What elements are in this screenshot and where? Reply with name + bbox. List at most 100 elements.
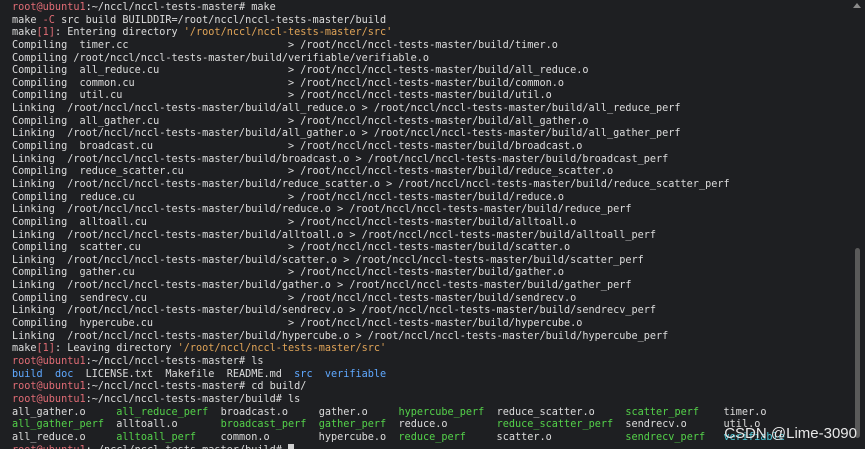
terminal-line: Linking /root/nccl/nccl-tests-master/bui… — [12, 230, 850, 243]
terminal-text-segment: reduce_perf — [398, 431, 466, 443]
terminal-text-segment: Linking /root/nccl/nccl-tests-master/bui… — [12, 153, 669, 165]
terminal-line: Linking /root/nccl/nccl-tests-master/bui… — [12, 280, 850, 293]
terminal-text-segment: Compiling alltoall.cu > /root/nccl/nccl-… — [12, 216, 577, 228]
terminal-text-segment: broadcast.o gather.o — [208, 406, 399, 418]
terminal-line: Linking /root/nccl/nccl-tests-master/bui… — [12, 305, 850, 318]
terminal-text-segment: build — [12, 368, 43, 380]
terminal-line: Compiling scatter.cu > /root/nccl/nccl-t… — [12, 242, 850, 255]
terminal-text-segment: Compiling util.cu > /root/nccl/nccl-test… — [12, 90, 552, 102]
terminal-line: make[1]: Leaving directory '/root/nccl/n… — [12, 343, 850, 356]
terminal-line: Compiling reduce_scatter.cu > /root/nccl… — [12, 166, 850, 179]
terminal-cursor — [288, 444, 295, 449]
terminal-text-segment: Compiling scatter.cu > /root/nccl/nccl-t… — [12, 242, 571, 254]
terminal-text-segment: all_gather_perf — [12, 419, 105, 431]
terminal-text-segment: Linking /root/nccl/nccl-tests-master/bui… — [12, 204, 632, 216]
terminal-text-segment: Linking /root/nccl/nccl-tests-master/bui… — [12, 305, 657, 317]
terminal-line: all_gather.o all_reduce_perf broadcast.o… — [12, 407, 850, 420]
terminal-text-segment: : Leaving directory — [54, 343, 178, 355]
terminal-line: Compiling util.cu > /root/nccl/nccl-test… — [12, 90, 850, 103]
terminal-line: Linking /root/nccl/nccl-tests-master/bui… — [12, 128, 850, 141]
terminal-line: Compiling alltoall.cu > /root/nccl/nccl-… — [12, 217, 850, 230]
terminal-text-segment: all_gather.o — [12, 406, 117, 418]
terminal-line: Linking /root/nccl/nccl-tests-master/bui… — [12, 179, 850, 192]
terminal-text-segment: root@ubuntu1 — [12, 445, 86, 449]
terminal-text-segment: Linking /root/nccl/nccl-tests-master/bui… — [12, 103, 681, 115]
terminal-text-segment: :~/nccl/nccl-tests-master# make — [85, 2, 276, 13]
terminal-line: Compiling timer.cc > /root/nccl/nccl-tes… — [12, 40, 850, 53]
terminal-line: root@ubuntu1:~/nccl/nccl-tests-master# l… — [12, 356, 850, 369]
csdn-watermark: CSDN @Lime-3090 — [724, 425, 857, 442]
terminal-text-segment: root@ubuntu1 — [12, 393, 86, 405]
terminal-text-segment: Linking /root/nccl/nccl-tests-master/bui… — [12, 330, 669, 342]
terminal-text-segment: root@ubuntu1 — [12, 355, 86, 367]
terminal-text-segment: verifiable — [324, 368, 387, 380]
terminal-text-segment: alltoall_perf — [116, 431, 197, 443]
terminal-line: root@ubuntu1:~/nccl/nccl-tests-master# m… — [12, 2, 850, 15]
terminal-line: Linking /root/nccl/nccl-tests-master/bui… — [12, 103, 850, 116]
terminal-text-segment: :~/nccl/nccl-tests-master# cd build/ — [85, 381, 307, 393]
terminal-line: build doc LICENSE.txt Makefile README.md… — [12, 369, 850, 382]
terminal-line: Compiling broadcast.cu > /root/nccl/nccl… — [12, 141, 850, 154]
scrollbar-thumb[interactable] — [855, 248, 860, 438]
terminal-text-segment: make — [12, 343, 37, 355]
terminal-line: Compiling all_gather.cu > /root/nccl/ncc… — [12, 116, 850, 129]
terminal-text-segment: -C — [42, 14, 55, 26]
terminal-text-segment: root@ubuntu1 — [12, 2, 86, 13]
terminal-text-segment: '/root/nccl/nccl-tests-master/src' — [183, 27, 393, 39]
terminal-text-segment: Linking /root/nccl/nccl-tests-master/bui… — [12, 178, 730, 190]
terminal-text-segment: alltoall.o — [104, 419, 221, 431]
terminal-text-segment: Compiling all_gather.cu > /root/nccl/ncc… — [12, 115, 589, 127]
terminal-text-segment: Compiling common.cu > /root/nccl/nccl-te… — [12, 77, 565, 89]
terminal-text-segment: Compiling all_reduce.cu > /root/nccl/ncc… — [12, 65, 589, 77]
vertical-scrollbar[interactable] — [850, 0, 865, 449]
terminal-text-segment: Linking /root/nccl/nccl-tests-master/bui… — [12, 254, 644, 266]
terminal-text-segment: Compiling broadcast.cu > /root/nccl/nccl… — [12, 141, 583, 153]
terminal-line: root@ubuntu1:~/nccl/nccl-tests-master/bu… — [12, 394, 850, 407]
terminal-line: Compiling hypercube.cu > /root/nccl/nccl… — [12, 318, 850, 331]
terminal-text-segment: Compiling reduce.cu > /root/nccl/nccl-te… — [12, 191, 565, 203]
terminal-line: root@ubuntu1:~/nccl/nccl-tests-master# c… — [12, 381, 850, 394]
terminal-text-segment: timer.o — [699, 406, 767, 418]
terminal-text-segment: make — [12, 14, 43, 26]
terminal-text-segment: common.o hypercube.o — [196, 431, 399, 443]
terminal-line: make -C src build BUILDDIR=/root/nccl/nc… — [12, 15, 850, 28]
terminal-text-segment: Compiling /root/nccl/nccl-tests-master/b… — [12, 52, 430, 64]
terminal-text-segment: scatter_perf — [625, 406, 699, 418]
terminal-text-segment: reduce.o — [386, 419, 497, 431]
terminal-line: Linking /root/nccl/nccl-tests-master/bui… — [12, 255, 850, 268]
terminal-text-segment: make — [12, 27, 37, 39]
terminal-line: Linking /root/nccl/nccl-tests-master/bui… — [12, 331, 850, 344]
terminal-line: Compiling reduce.cu > /root/nccl/nccl-te… — [12, 192, 850, 205]
terminal-line: Compiling common.cu > /root/nccl/nccl-te… — [12, 78, 850, 91]
terminal-text-segment: Linking /root/nccl/nccl-tests-master/bui… — [12, 128, 681, 140]
terminal-text-segment: Compiling sendrecv.cu > /root/nccl/nccl-… — [12, 292, 577, 304]
terminal-text-segment: sendrecv_perf — [625, 431, 706, 443]
terminal-line: Compiling all_reduce.cu > /root/nccl/ncc… — [12, 65, 850, 78]
terminal-text-segment: :~/nccl/nccl-tests-master/build# ls — [85, 393, 301, 405]
scroll-up-arrow-icon[interactable] — [853, 3, 861, 8]
terminal-text-segment: Compiling gather.cu > /root/nccl/nccl-te… — [12, 267, 565, 279]
terminal-line: Compiling sendrecv.cu > /root/nccl/nccl-… — [12, 293, 850, 306]
terminal-output[interactable]: root@ubuntu1:~/nccl/nccl-tests-master# m… — [0, 0, 850, 449]
terminal-line: Linking /root/nccl/nccl-tests-master/bui… — [12, 204, 850, 217]
terminal-text-segment: doc — [54, 368, 74, 380]
terminal-text-segment: src — [294, 368, 313, 380]
terminal-text-segment: :~/nccl/nccl-tests-master/build# — [86, 445, 288, 449]
terminal-text-segment: [1] — [36, 27, 55, 39]
terminal-text-segment: Compiling timer.cc > /root/nccl/nccl-tes… — [12, 39, 558, 51]
terminal-text-segment: Linking /root/nccl/nccl-tests-master/bui… — [12, 229, 657, 241]
terminal-text-segment: all_reduce_perf — [116, 406, 209, 418]
terminal-text-segment: Compiling reduce_scatter.cu > /root/nccl… — [12, 166, 614, 178]
terminal-text-segment: reduce_scatter.o — [484, 406, 626, 418]
terminal-line: Linking /root/nccl/nccl-tests-master/bui… — [12, 154, 850, 167]
terminal-line: Compiling gather.cu > /root/nccl/nccl-te… — [12, 267, 850, 280]
terminal-text-segment: [1] — [36, 343, 55, 355]
terminal-text-segment: scatter.o — [465, 431, 626, 443]
terminal-text-segment: '/root/nccl/nccl-tests-master/src' — [177, 343, 387, 355]
terminal-text-segment: src build BUILDDIR=/root/nccl/nccl-tests… — [54, 14, 387, 26]
terminal-text-segment: :~/nccl/nccl-tests-master# ls — [85, 355, 264, 367]
terminal-text-segment: root@ubuntu1 — [12, 381, 86, 393]
